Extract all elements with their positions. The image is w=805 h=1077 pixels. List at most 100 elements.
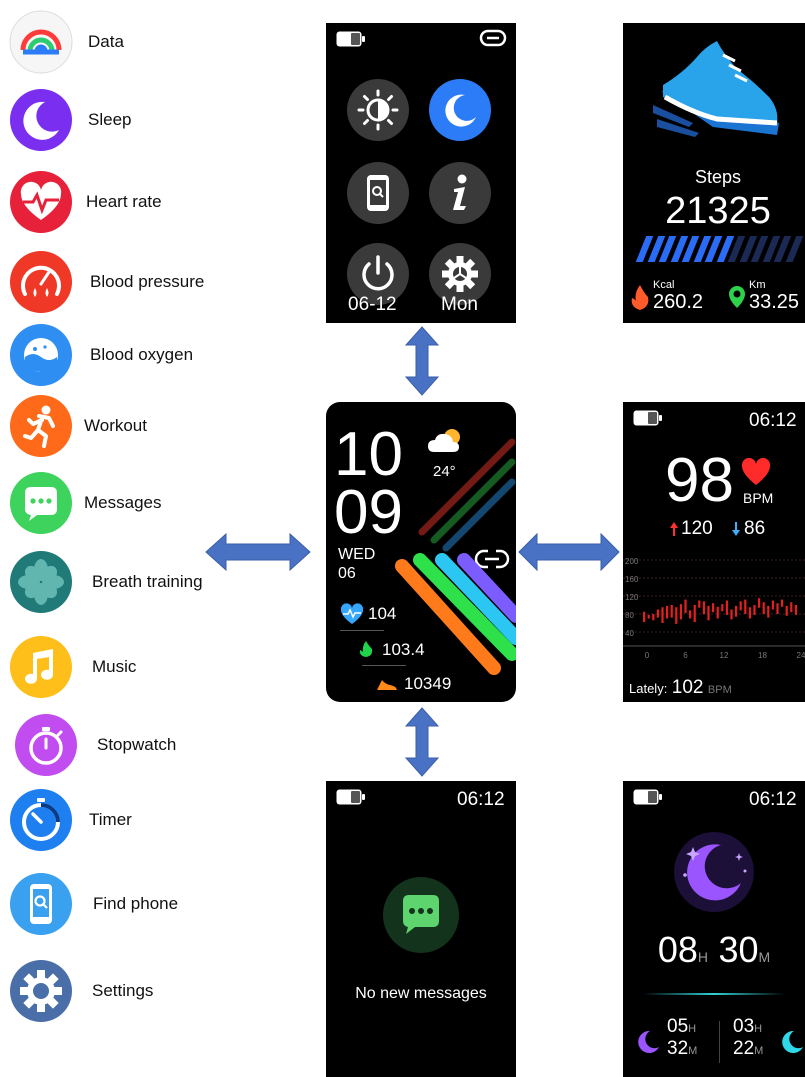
gear-icon	[9, 959, 73, 1023]
heart-rate-bar	[707, 605, 710, 621]
music-note-icon	[9, 635, 73, 699]
app-item-workout[interactable]: Workout	[0, 392, 320, 460]
heart-rate-bar	[794, 605, 797, 615]
heart-rate-bar	[693, 605, 696, 623]
light-sleep-hours: 03	[733, 1016, 755, 1037]
heart-rate-bar	[753, 605, 756, 615]
heart-rate-bar	[758, 598, 761, 608]
arrow-down-icon	[732, 522, 740, 536]
heart-rate-bar	[762, 602, 765, 614]
app-item-settings[interactable]: Settings	[0, 957, 320, 1025]
app-item-blood-oxygen[interactable]: Blood oxygen	[0, 321, 320, 389]
heart-rate-bar	[689, 610, 692, 619]
deep-sleep-minutes: 32	[667, 1038, 689, 1059]
arrow-up-icon	[670, 522, 678, 536]
heart-rate-bar	[702, 601, 705, 614]
calories-value: 103.4	[382, 640, 425, 659]
heart-rate-bar	[656, 609, 659, 618]
deep-sleep-minutes-unit: M	[688, 1045, 698, 1057]
link-icon	[479, 29, 507, 47]
do-not-disturb-button[interactable]	[429, 79, 491, 141]
x-tick-label: 0	[645, 651, 650, 660]
heart-rate-bar	[647, 614, 650, 619]
heart-rate-bar	[666, 605, 669, 619]
heart-rate-icon	[340, 603, 364, 624]
app-item-blood-pressure[interactable]: Blood pressure	[0, 248, 320, 316]
app-label: Blood pressure	[90, 272, 205, 291]
app-label: Music	[92, 657, 137, 676]
shoe-icon	[377, 680, 397, 690]
battery-icon	[633, 410, 662, 426]
app-label: Workout	[84, 416, 147, 435]
app-item-stopwatch[interactable]: Stopwatch	[0, 711, 320, 779]
app-label: Find phone	[93, 894, 179, 913]
app-label: Heart rate	[86, 192, 162, 211]
heart-rate-bar	[739, 601, 742, 611]
runner-icon	[9, 394, 73, 458]
sleep-hours: 08	[657, 929, 698, 970]
brightness-icon	[357, 89, 399, 131]
chat-icon	[9, 471, 73, 535]
heart-rate-bar	[767, 605, 770, 618]
total-sleep: 08H 30M	[623, 929, 805, 971]
app-label: Data	[88, 32, 124, 51]
km-value: 33.25	[749, 291, 800, 313]
app-item-music[interactable]: Music	[0, 633, 320, 701]
steps-progress-bar	[635, 236, 805, 262]
find-phone-icon	[9, 872, 73, 936]
app-item-sleep[interactable]: Sleep	[0, 86, 320, 154]
max-bpm-value: 120	[681, 518, 713, 539]
heart-rate-bar	[670, 605, 673, 618]
light-sleep-minutes: 22	[733, 1038, 755, 1059]
vertical-divider	[719, 1021, 720, 1063]
lately-value: 102	[671, 677, 704, 698]
app-item-timer[interactable]: Timer	[0, 786, 320, 854]
breath-flower-icon	[9, 550, 73, 614]
swipe-left-right-arrow	[205, 532, 311, 572]
bpm-value: 98	[665, 446, 734, 515]
light-sleep-moon-icon	[782, 1030, 803, 1053]
app-item-heart-rate[interactable]: Heart rate	[0, 168, 320, 236]
app-item-data[interactable]: Data	[0, 8, 320, 76]
sleep-screen: 06:12 08H 30M 05H 32M 03H 22M	[623, 781, 805, 1077]
clock-time: 06:12	[457, 789, 505, 810]
info-button[interactable]	[429, 162, 491, 224]
app-label: Timer	[89, 810, 132, 829]
battery-icon	[336, 31, 365, 47]
app-label: Breath training	[92, 572, 203, 591]
heart-rate-screen: 06:12 98 BPM 120 86 200 160 120 80 40 0 6 12 18 2…	[623, 402, 805, 702]
find-phone-button[interactable]	[347, 162, 409, 224]
flame-icon	[631, 285, 649, 310]
timer-icon	[9, 788, 73, 852]
lately-label: Lately:	[629, 681, 668, 696]
heart-rate-bar	[776, 603, 779, 614]
heart-rate-bar	[730, 609, 733, 620]
heart-rate-bar	[748, 607, 751, 619]
heart-icon	[741, 458, 771, 485]
steps-value: 21325	[665, 190, 771, 232]
app-label: Settings	[92, 981, 154, 1000]
sleep-minutes-unit: M	[758, 949, 771, 965]
brightness-button[interactable]	[347, 79, 409, 141]
heart-rate-bar	[785, 605, 788, 616]
day-label: Mon	[441, 294, 478, 315]
app-label: Messages	[84, 493, 162, 512]
y-tick-label: 80	[625, 611, 634, 620]
deep-sleep-hours: 05	[667, 1016, 689, 1037]
light-sleep-value: 03H 22M	[733, 1017, 763, 1061]
deep-sleep-hours-unit: H	[688, 1023, 697, 1035]
deep-sleep-value: 05H 32M	[667, 1017, 697, 1061]
x-tick-label: 24	[797, 651, 805, 660]
app-label: Stopwatch	[97, 735, 177, 754]
location-pin-icon	[729, 286, 745, 308]
watch-face-screen: 10 09 24° WED 06 104 103.4 10349	[326, 402, 516, 702]
x-tick-label: 6	[683, 651, 688, 660]
kcal-value: 260.2	[653, 291, 704, 313]
heart-rate-bar	[675, 607, 678, 624]
light-sleep-hours-unit: H	[754, 1023, 763, 1035]
moon-icon	[445, 94, 476, 127]
heart-rate-bar	[652, 614, 655, 621]
app-item-find-phone[interactable]: Find phone	[0, 870, 320, 938]
app-item-messages[interactable]: Messages	[0, 469, 320, 537]
date-label: 06-12	[348, 294, 397, 315]
